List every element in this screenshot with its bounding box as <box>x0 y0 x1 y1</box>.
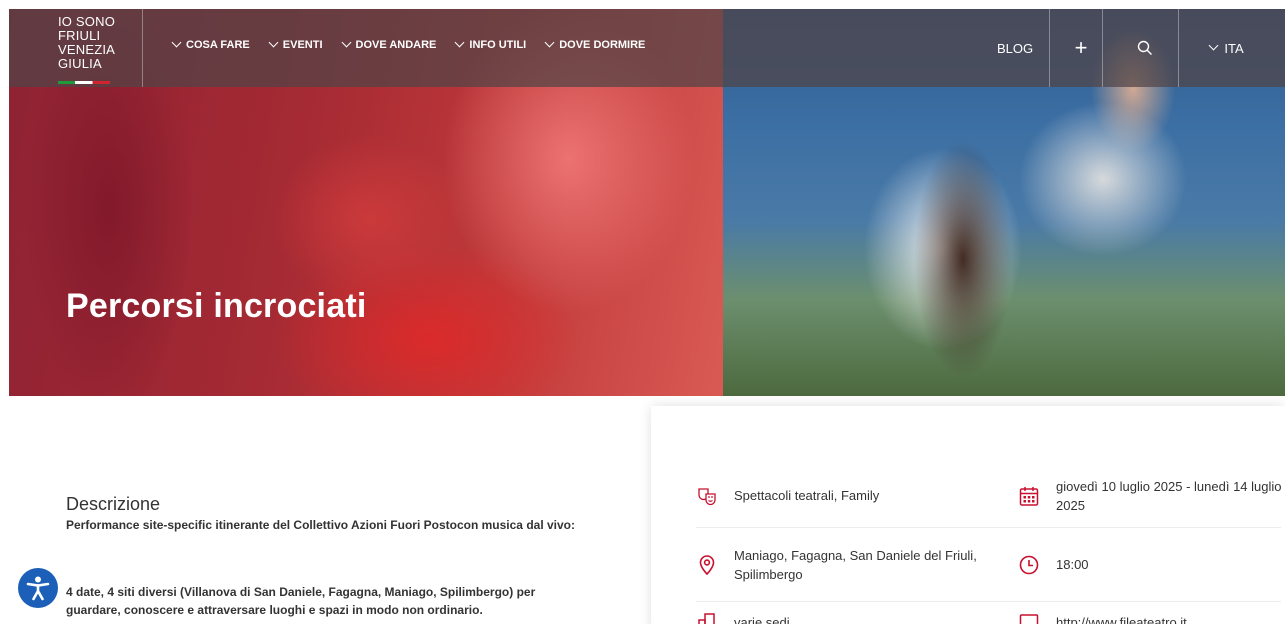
chevron-down-icon <box>454 37 465 48</box>
chevron-down-icon <box>341 37 351 48</box>
description-paragraph: 4 date, 4 siti diversi (Villanova di San… <box>66 585 536 617</box>
info-row: Maniago, Fagagna, San Daniele del Friuli… <box>696 528 1281 602</box>
language-label: ITA <box>1224 40 1244 56</box>
chevron-down-icon <box>171 37 182 48</box>
dates-text: giovedì 10 luglio 2025 - lunedì 14 lugli… <box>1056 478 1282 513</box>
nav-divider <box>1049 9 1050 87</box>
logo-line-2: FRIULI <box>58 28 101 43</box>
clock-icon <box>1018 554 1040 576</box>
info-venue: varie sedi <box>696 602 1006 624</box>
language-selector[interactable]: ITA <box>1187 9 1267 87</box>
info-row: varie sedi http://www.fileateatro.it <box>696 602 1281 624</box>
menu-item-label: DOVE DORMIRE <box>559 39 646 51</box>
chevron-down-icon <box>544 37 555 48</box>
logo-line-3: VENEZIA <box>58 42 116 57</box>
event-info-card: Spettacoli teatrali, Family giovedì 10 l… <box>651 406 1285 624</box>
logo-line-1: IO SONO <box>58 14 116 29</box>
calendar-icon <box>1018 485 1040 507</box>
top-navbar: IO SONO FRIULI VENEZIA GIULIA COSA FARE … <box>9 9 1285 87</box>
description-paragraph: Performance site-specific itinerante del… <box>66 518 575 532</box>
menu-item-label: COSA FARE <box>186 39 250 51</box>
menu-item-dove-andare[interactable]: DOVE ANDARE <box>341 37 437 51</box>
category-text: Spettacoli teatrali, Family <box>734 488 880 503</box>
info-row: Spettacoli teatrali, Family giovedì 10 l… <box>696 464 1283 528</box>
chevron-down-icon <box>268 37 279 48</box>
monitor-icon <box>1018 611 1040 624</box>
blog-link[interactable]: BLOG <box>984 9 1046 87</box>
menu-item-cosa-fare[interactable]: COSA FARE <box>171 37 250 51</box>
nav-divider <box>1102 9 1103 87</box>
description-heading: Descrizione <box>66 494 161 514</box>
logo-line-4: GIULIA <box>58 56 102 71</box>
building-icon <box>696 611 718 624</box>
search-icon <box>1137 40 1152 55</box>
main-menu: COSA FARE EVENTI DOVE ANDARE INFO UTILI … <box>171 37 646 51</box>
map-pin-icon <box>696 554 718 576</box>
location-text: Maniago, Fagagna, San Daniele del Friuli… <box>734 547 977 582</box>
info-website[interactable]: http://www.fileateatro.it <box>1018 602 1283 624</box>
venue-text: varie sedi <box>734 614 790 624</box>
menu-item-info-utili[interactable]: INFO UTILI <box>454 37 527 51</box>
chevron-down-icon <box>1208 40 1219 51</box>
accessibility-icon <box>26 576 50 601</box>
nav-divider <box>142 9 143 87</box>
plus-button[interactable]: + <box>1057 9 1105 87</box>
nav-divider <box>1178 9 1179 87</box>
menu-item-label: DOVE ANDARE <box>355 39 437 51</box>
info-category: Spettacoli teatrali, Family <box>696 464 1006 527</box>
info-time: 18:00 <box>1018 528 1283 601</box>
site-logo[interactable]: IO SONO FRIULI VENEZIA GIULIA <box>58 15 148 85</box>
search-button[interactable] <box>1113 9 1177 87</box>
accessibility-button[interactable] <box>18 568 58 608</box>
info-location: Maniago, Fagagna, San Daniele del Friuli… <box>696 528 1006 601</box>
time-text: 18:00 <box>1056 557 1089 572</box>
theater-masks-icon <box>696 485 718 507</box>
menu-item-eventi[interactable]: EVENTI <box>268 37 323 51</box>
website-link[interactable]: http://www.fileateatro.it <box>1056 613 1187 624</box>
logo-flag-stripe <box>58 81 110 84</box>
menu-item-label: EVENTI <box>282 39 323 51</box>
info-dates: giovedì 10 luglio 2025 - lunedì 14 lugli… <box>1018 464 1283 527</box>
menu-item-label: INFO UTILI <box>469 39 527 51</box>
page-title: Percorsi incrociati <box>66 287 367 325</box>
menu-item-dove-dormire[interactable]: DOVE DORMIRE <box>544 37 646 51</box>
